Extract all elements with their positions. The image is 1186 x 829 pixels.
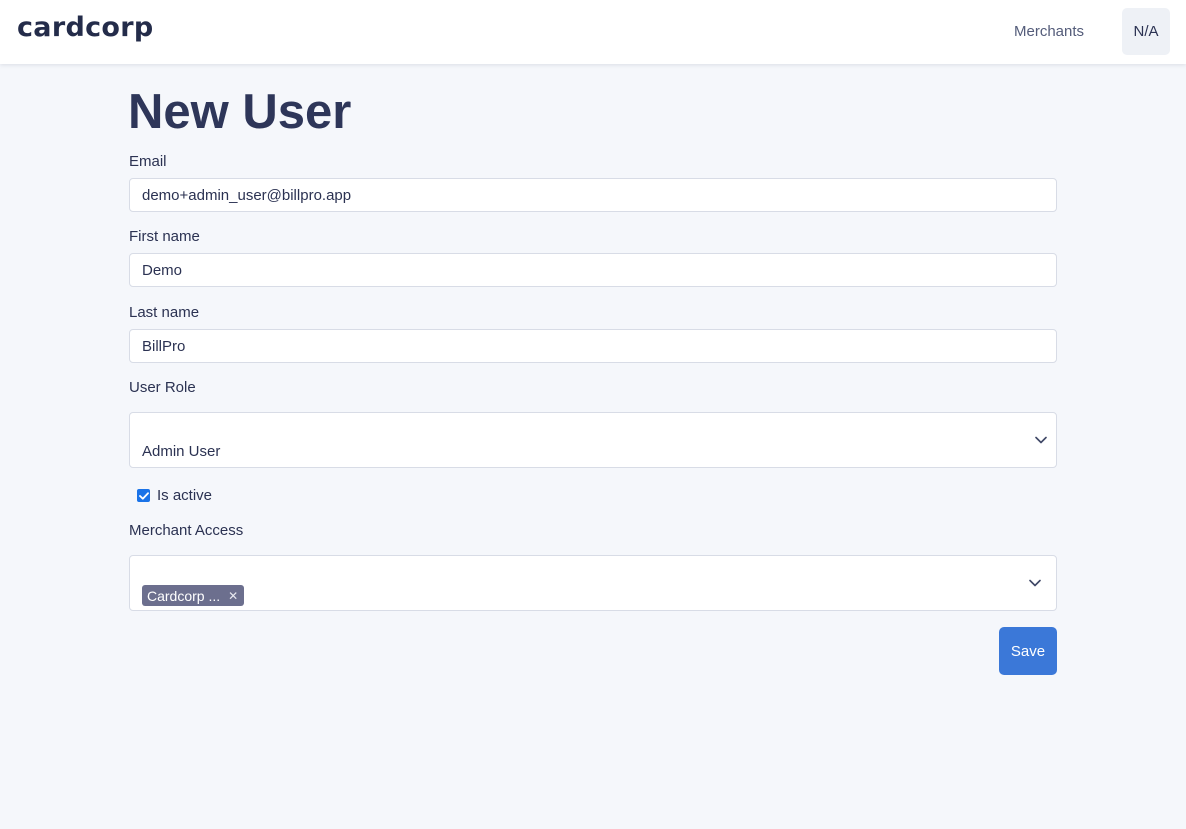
email-label: Email <box>129 153 167 170</box>
merchant-tag-label: Cardcorp ... <box>147 587 221 604</box>
last-name-label: Last name <box>129 304 200 321</box>
user-menu-button[interactable]: N/A <box>1122 8 1170 55</box>
close-icon[interactable]: ✕ <box>228 589 238 603</box>
user-initials: N/A <box>1133 23 1159 40</box>
check-icon <box>138 491 149 500</box>
first-name-label: First name <box>129 228 200 245</box>
top-navbar: cardcorp Merchants N/A <box>0 0 1186 64</box>
is-active-checkbox[interactable] <box>137 489 150 502</box>
page-title: New User <box>128 85 352 139</box>
first-name-field[interactable] <box>129 253 1057 287</box>
merchant-access-select[interactable]: Cardcorp ... ✕ <box>129 555 1057 611</box>
merchant-tag[interactable]: Cardcorp ... ✕ <box>142 585 245 606</box>
user-role-label: User Role <box>129 379 196 396</box>
user-role-value: Admin User <box>142 443 221 460</box>
save-button[interactable]: Save <box>999 627 1057 675</box>
is-active-label: Is active <box>157 487 213 504</box>
chevron-down-icon[interactable] <box>1028 576 1042 590</box>
last-name-field[interactable] <box>129 329 1057 363</box>
email-field[interactable] <box>129 178 1057 212</box>
nav-link-merchants[interactable]: Merchants <box>1014 23 1084 40</box>
user-role-select[interactable]: Admin User <box>129 412 1057 468</box>
cardcorp-logo[interactable]: cardcorp <box>17 12 153 43</box>
chevron-down-icon[interactable] <box>1034 433 1048 447</box>
is-active-row: Is active <box>137 487 212 504</box>
merchant-access-label: Merchant Access <box>129 522 244 539</box>
